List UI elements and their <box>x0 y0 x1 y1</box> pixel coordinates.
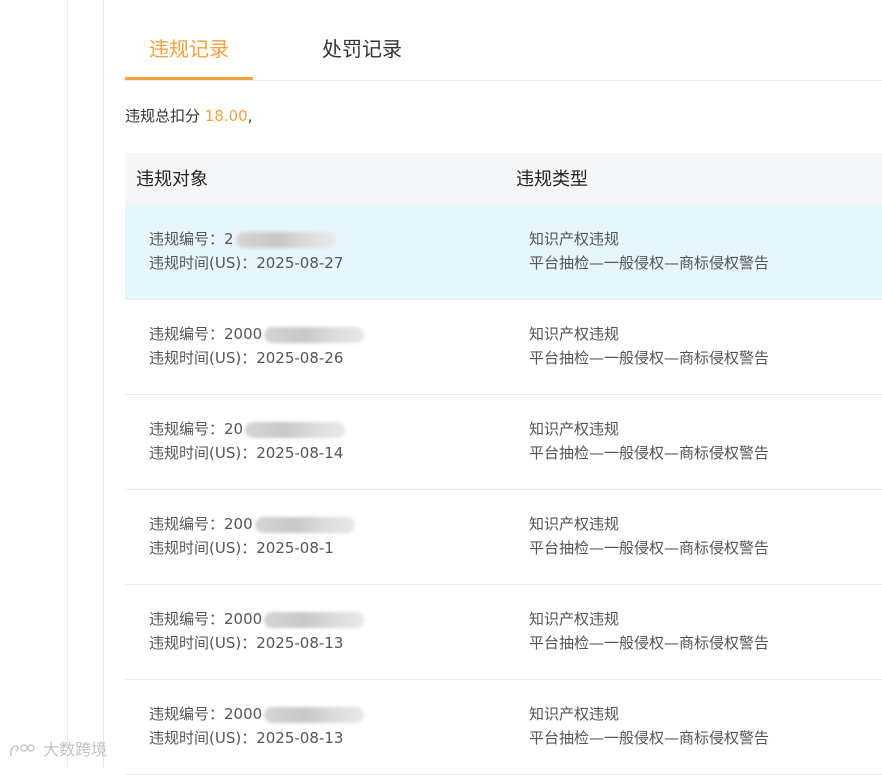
table-row[interactable]: 违规编号：20 违规时间(US)：2025-08-14 知识产权违规 平台抽检—一般侵… <box>125 395 882 490</box>
violation-detail: 平台抽检—一般侵权—商标侵权警告 <box>529 254 770 272</box>
violation-type-cell: 知识产权违规平台抽检—一般侵权—商标侵权警告 <box>529 607 769 655</box>
violation-time: 违规时间(US)：2025-08-1 <box>149 536 355 560</box>
table-row[interactable]: 违规编号：2000 违规时间(US)：2025-08-13 知识产权违规 平台抽检—一… <box>125 585 882 680</box>
violation-object-cell: 违规编号：2 违规时间(US)：2025-08-27 <box>149 227 343 275</box>
violation-id-value: 200 <box>224 515 253 533</box>
table-row[interactable]: 违规编号：200 违规时间(US)：2025-08-1 知识产权违规 平台抽检—一般侵… <box>125 490 882 585</box>
violation-time: 违规时间(US)：2025-08-14 <box>149 441 345 465</box>
violation-type-cell: 知识产权违规平台抽检—一般侵权—商标侵权警告 <box>529 227 769 275</box>
violation-id: 违规编号：2000 <box>149 322 365 346</box>
content-divider <box>103 0 104 768</box>
watermark: 大数跨境 <box>8 740 107 760</box>
column-header-type: 违规类型 <box>516 169 588 190</box>
tab-violation-records[interactable]: 违规记录 <box>149 36 229 62</box>
violation-category: 知识产权违规 <box>529 705 620 723</box>
violation-time: 违规时间(US)：2025-08-26 <box>149 346 364 370</box>
violation-id: 违规编号：2 <box>149 227 343 251</box>
violation-id-value: 2 <box>224 230 234 248</box>
violation-time-label: 违规时间(US)： <box>149 539 257 557</box>
violation-id-label: 违规编号： <box>149 325 225 343</box>
redacted-id-mask <box>264 706 365 723</box>
violation-id: 违规编号：20 <box>149 417 346 441</box>
violation-time-label: 违规时间(US)： <box>149 729 257 747</box>
watermark-text: 大数跨境 <box>43 740 108 759</box>
violation-detail: 平台抽检—一般侵权—商标侵权警告 <box>529 634 770 652</box>
violation-category: 知识产权违规 <box>529 230 620 248</box>
violation-detail: 平台抽检—一般侵权—商标侵权警告 <box>529 539 770 557</box>
violation-type-cell: 知识产权违规平台抽检—一般侵权—商标侵权警告 <box>529 702 769 750</box>
violation-list: 违规编号：2 违规时间(US)：2025-08-27 知识产权违规 平台抽检—一般侵权… <box>125 205 882 775</box>
watermark-logo-icon <box>9 743 35 756</box>
violation-object-cell: 违规编号：2000 违规时间(US)：2025-08-13 <box>149 702 365 750</box>
violation-time-label: 违规时间(US)： <box>149 254 257 272</box>
violation-id-label: 违规编号： <box>149 515 225 533</box>
violation-object-cell: 违规编号：2000 违规时间(US)：2025-08-13 <box>149 607 365 655</box>
violation-time-value: 2025-08-13 <box>256 634 344 652</box>
violation-object-cell: 违规编号：20 违规时间(US)：2025-08-14 <box>149 417 346 465</box>
violation-id: 违规编号：2000 <box>149 702 365 726</box>
violation-category: 知识产权违规 <box>529 610 620 628</box>
deduction-summary: 违规总扣分 18.00, <box>125 105 253 127</box>
violation-time: 违规时间(US)：2025-08-13 <box>149 631 364 655</box>
violation-id-value: 2000 <box>224 610 263 628</box>
redacted-id-mask <box>235 231 336 248</box>
column-header-object: 违规对象 <box>136 169 208 190</box>
violation-time-value: 2025-08-1 <box>256 539 334 557</box>
main-content: 违规记录 处罚记录 违规总扣分 18.00, 违规对象 违规类型 违规编号：2 违… <box>125 0 882 775</box>
violation-id-label: 违规编号： <box>149 610 225 628</box>
rail-divider <box>67 0 68 768</box>
table-row[interactable]: 违规编号：2000 违规时间(US)：2025-08-13 知识产权违规 平台抽检—一… <box>125 680 882 775</box>
redacted-id-mask <box>254 516 355 533</box>
violation-time-label: 违规时间(US)： <box>149 444 257 462</box>
violation-id-value: 2000 <box>224 705 263 723</box>
redacted-id-mask <box>264 326 365 343</box>
violation-type-cell: 知识产权违规平台抽检—一般侵权—商标侵权警告 <box>529 417 769 465</box>
violation-id-label: 违规编号： <box>149 420 225 438</box>
violation-time-value: 2025-08-26 <box>256 349 344 367</box>
violation-time-value: 2025-08-27 <box>256 254 344 272</box>
table-row[interactable]: 违规编号：2 违规时间(US)：2025-08-27 知识产权违规 平台抽检—一般侵权… <box>125 205 882 300</box>
violation-time-value: 2025-08-14 <box>256 444 344 462</box>
violation-type-cell: 知识产权违规平台抽检—一般侵权—商标侵权警告 <box>529 512 769 560</box>
violation-object-cell: 违规编号：200 违规时间(US)：2025-08-1 <box>149 512 355 560</box>
violation-category: 知识产权违规 <box>529 515 620 533</box>
redacted-id-mask <box>264 611 365 628</box>
violation-category: 知识产权违规 <box>529 420 620 438</box>
violation-id-value: 2000 <box>224 325 263 343</box>
deduction-score: 18.00 <box>204 107 248 125</box>
violation-time-label: 违规时间(US)： <box>149 634 257 652</box>
violation-detail: 平台抽检—一般侵权—商标侵权警告 <box>529 349 770 367</box>
violation-object-cell: 违规编号：2000 违规时间(US)：2025-08-26 <box>149 322 365 370</box>
violation-id-value: 20 <box>224 420 244 438</box>
violation-detail: 平台抽检—一般侵权—商标侵权警告 <box>529 729 770 747</box>
redacted-id-mask <box>245 421 346 438</box>
tab-penalty-records[interactable]: 处罚记录 <box>322 36 402 62</box>
violation-id: 违规编号：2000 <box>149 607 365 631</box>
table-row[interactable]: 违规编号：2000 违规时间(US)：2025-08-26 知识产权违规 平台抽检—一… <box>125 300 882 395</box>
violation-time: 违规时间(US)：2025-08-13 <box>149 726 364 750</box>
active-tab-indicator <box>125 77 253 80</box>
left-rail <box>0 0 104 768</box>
violation-id-label: 违规编号： <box>149 705 225 723</box>
violation-category: 知识产权违规 <box>529 325 620 343</box>
table-header: 违规对象 违规类型 <box>125 153 882 205</box>
summary-label: 违规总扣分 <box>125 107 205 125</box>
violation-time-value: 2025-08-13 <box>256 729 344 747</box>
tab-bar: 违规记录 处罚记录 <box>125 0 882 81</box>
violation-id: 违规编号：200 <box>149 512 355 536</box>
violation-detail: 平台抽检—一般侵权—商标侵权警告 <box>529 444 770 462</box>
violation-type-cell: 知识产权违规平台抽检—一般侵权—商标侵权警告 <box>529 322 769 370</box>
summary-suffix: , <box>247 107 253 125</box>
violation-time: 违规时间(US)：2025-08-27 <box>149 251 343 275</box>
violation-id-label: 违规编号： <box>149 230 225 248</box>
violation-time-label: 违规时间(US)： <box>149 349 257 367</box>
